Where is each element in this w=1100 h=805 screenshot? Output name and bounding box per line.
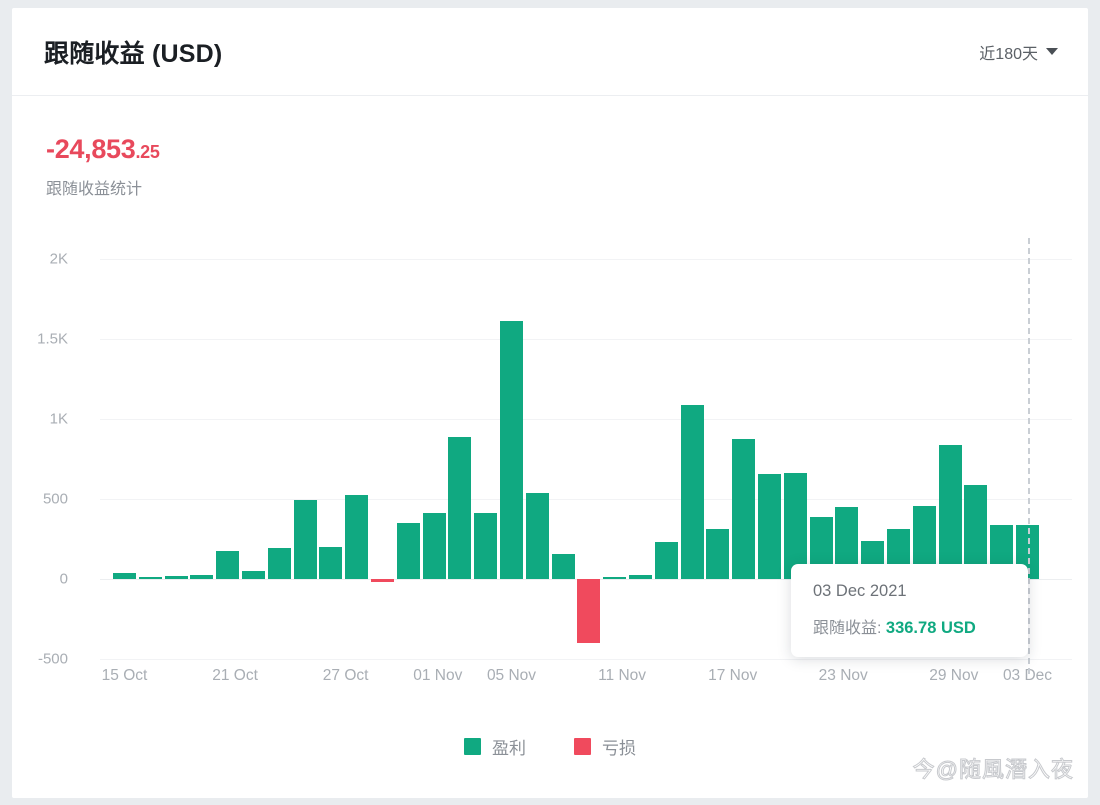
chart-bar[interactable] — [474, 512, 498, 579]
chart-bar[interactable] — [190, 575, 214, 579]
x-axis-tick-label: 27 Oct — [322, 667, 369, 684]
tooltip-metric-label: 跟随收益: — [813, 620, 882, 637]
total-pnl-value: -24,853.25 — [46, 136, 160, 163]
chart-bar[interactable] — [680, 405, 704, 579]
card-header: 跟随收益 (USD) 近180天 — [12, 8, 1088, 96]
legend-label: 盈利 — [492, 739, 526, 758]
chart-bar[interactable] — [551, 554, 575, 579]
chart-bar[interactable] — [758, 474, 781, 579]
x-axis-tick-label: 15 Oct — [101, 667, 148, 684]
x-axis-tick-label: 23 Nov — [818, 667, 868, 684]
chart-bar[interactable] — [422, 512, 446, 579]
legend-label: 亏损 — [602, 739, 636, 758]
date-range-dropdown[interactable]: 近180天 — [979, 40, 1058, 64]
x-axis-tick-label: 21 Oct — [212, 667, 258, 684]
legend-item[interactable]: 盈利 — [464, 734, 526, 759]
watermark: 今@随風潛入夜 — [912, 757, 1074, 783]
chart-bar[interactable] — [242, 571, 265, 579]
chart-bar[interactable] — [113, 572, 136, 579]
chart-bar[interactable] — [345, 495, 369, 579]
x-axis-tick-label: 01 Nov — [413, 667, 463, 684]
page-title: 跟随收益 (USD) — [44, 39, 223, 68]
chart-bar[interactable] — [319, 547, 343, 579]
chart-bar[interactable] — [371, 579, 394, 582]
y-axis-tick-label: 2K — [49, 250, 68, 268]
y-axis-tick-label: 500 — [42, 490, 68, 508]
y-axis-tick-label: 1K — [49, 410, 68, 428]
page-root: 跟随收益 (USD) 近180天 -24,853.25 跟随收益统计 2K 1.5… — [0, 0, 1100, 805]
chevron-down-icon — [1046, 48, 1058, 55]
tooltip-metric-value: 336.78 USD — [885, 619, 976, 637]
tooltip-metric: 跟随收益: 336.78 USD — [813, 614, 1008, 638]
y-axis-tick-label: -500 — [37, 650, 68, 668]
chart-bar[interactable] — [629, 575, 652, 579]
x-axis-tick-label: 17 Nov — [708, 667, 758, 684]
date-range-label: 近180天 — [979, 45, 1038, 63]
chart-bar[interactable] — [603, 577, 627, 579]
legend-swatch-icon — [574, 738, 591, 755]
chart-bar[interactable] — [500, 320, 523, 579]
summary-caption: 跟随收益统计 — [46, 181, 143, 198]
summary-block: -24,853.25 跟随收益统计 — [46, 136, 160, 199]
chart-bar[interactable] — [216, 551, 240, 579]
chart-bar[interactable] — [138, 577, 162, 579]
chart-bar[interactable] — [164, 576, 188, 579]
chart-bar[interactable] — [396, 523, 420, 579]
total-pnl-cents: .25 — [135, 142, 160, 162]
y-axis-tick-label: 0 — [59, 570, 68, 588]
chart-bar[interactable] — [654, 542, 678, 579]
chart-bar[interactable] — [577, 579, 601, 643]
chart-bar[interactable] — [267, 547, 291, 579]
x-axis-tick-label: 05 Nov — [486, 667, 537, 684]
chart-bar[interactable] — [938, 445, 962, 579]
chart-tooltip: 03 Dec 2021 跟随收益: 336.78 USD — [791, 564, 1028, 657]
x-axis-tick-label: 11 Nov — [598, 667, 647, 684]
window-top-strip — [0, 0, 1100, 8]
total-pnl-integer: -24,853 — [46, 134, 136, 164]
gridline — [100, 659, 1072, 660]
chart-bar[interactable] — [732, 439, 756, 579]
chart-bar[interactable] — [293, 499, 317, 579]
chart-bar[interactable] — [525, 492, 549, 579]
follow-pnl-card: 跟随收益 (USD) 近180天 -24,853.25 跟随收益统计 2K 1.5… — [12, 8, 1088, 798]
legend-item[interactable]: 亏损 — [574, 734, 636, 759]
legend-swatch-icon — [464, 738, 481, 755]
chart-bar[interactable] — [706, 528, 730, 579]
tooltip-date: 03 Dec 2021 — [813, 582, 907, 600]
x-axis-tick-label: 29 Nov — [929, 667, 979, 684]
y-axis-tick-label: 1.5K — [37, 330, 68, 348]
chart-bar[interactable] — [448, 437, 472, 579]
